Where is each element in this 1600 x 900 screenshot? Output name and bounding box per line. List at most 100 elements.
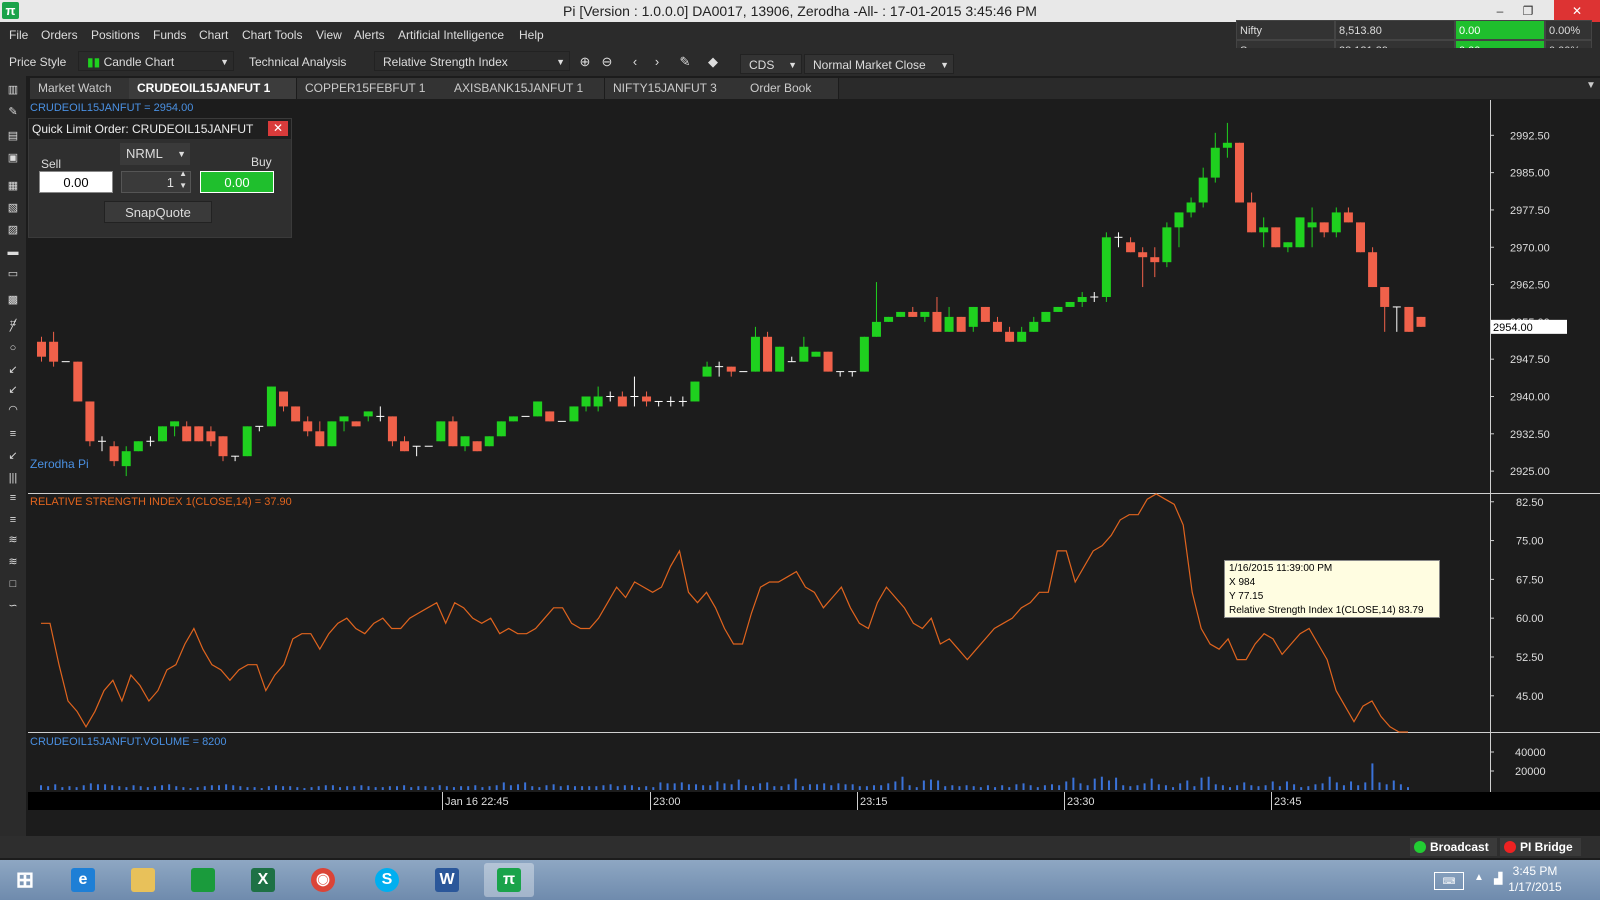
tab-nifty[interactable]: NIFTY15JANFUT 3 Min xyxy=(605,78,743,116)
candle-body xyxy=(1380,287,1390,307)
word-icon: W xyxy=(435,868,459,892)
start-button[interactable]: ⊞ xyxy=(0,863,50,897)
channel-icon[interactable]: ≡ xyxy=(5,490,21,506)
line-tool-icon[interactable]: ╱ xyxy=(5,318,21,334)
candle-body xyxy=(1065,301,1075,307)
candle-body xyxy=(363,411,373,417)
candle-body xyxy=(593,396,603,407)
tab-overflow-icon[interactable]: ▼ xyxy=(1586,80,1596,91)
taskbar-chrome[interactable]: ◉ xyxy=(298,863,348,897)
levels-icon[interactable]: ≡ xyxy=(5,512,21,528)
close-window-button[interactable]: ✕ xyxy=(1554,0,1600,22)
bar-chart-icon[interactable]: ▥ xyxy=(5,82,21,98)
menu-view[interactable]: View xyxy=(316,28,342,42)
broadcast-label: Broadcast xyxy=(1430,840,1489,854)
grid-icon[interactable]: ▩ xyxy=(5,292,21,308)
scroll-right-icon[interactable]: › xyxy=(648,53,666,71)
menu-alerts[interactable]: Alerts xyxy=(354,28,385,42)
pen-icon[interactable]: ✎ xyxy=(5,104,21,120)
save-icon[interactable]: ▣ xyxy=(5,150,21,166)
tab-order-book[interactable]: Order Book xyxy=(742,78,839,99)
candle-body xyxy=(182,426,192,442)
volume-tick-label: 20000 xyxy=(1515,766,1546,778)
broadcast-status[interactable]: Broadcast xyxy=(1410,838,1497,856)
menu-orders[interactable]: Orders xyxy=(41,28,78,42)
candle-body xyxy=(1138,252,1148,258)
pi-bridge-status[interactable]: PI Bridge xyxy=(1500,838,1581,856)
taskbar-word[interactable]: W xyxy=(422,863,472,897)
fibonacci-icon[interactable]: ≡ xyxy=(5,426,21,442)
arrow-tool-icon[interactable]: ↙ xyxy=(5,362,21,378)
status-bar: Broadcast PI Bridge xyxy=(0,836,1600,858)
ellipse-tool-icon[interactable]: ○ xyxy=(5,340,21,356)
candle-body xyxy=(1005,331,1015,342)
maximize-button[interactable]: ❐ xyxy=(1514,0,1542,22)
scroll-left-icon[interactable]: ‹ xyxy=(626,53,644,71)
price-tick-label: 2962.50 xyxy=(1510,280,1550,292)
candle-body xyxy=(908,311,918,317)
wave-icon[interactable]: ≋ xyxy=(5,532,21,548)
arc-tool-icon[interactable]: ◠ xyxy=(5,402,21,418)
taskbar-pi[interactable]: π xyxy=(484,863,534,897)
rectangle-tool-icon[interactable]: □ xyxy=(5,576,21,592)
eraser-icon[interactable]: ◆ xyxy=(704,53,722,71)
tooltip-x: X 984 xyxy=(1229,577,1256,588)
layout-icon[interactable]: ▦ xyxy=(5,178,21,194)
keyboard-icon[interactable]: ⌨ xyxy=(1434,872,1464,890)
arrow-tool-icon[interactable]: ↙ xyxy=(5,448,21,464)
menu-positions[interactable]: Positions xyxy=(91,28,140,42)
quantity-stepper[interactable]: 1 ▲ ▼ xyxy=(121,168,191,193)
show-hidden-icons-icon[interactable]: ▲ xyxy=(1474,872,1484,883)
candle-body xyxy=(218,436,228,457)
quick-order-title: Quick Limit Order: CRUDEOIL15JANFUT xyxy=(29,119,291,139)
menu-funds[interactable]: Funds xyxy=(153,28,186,42)
close-icon[interactable]: ✕ xyxy=(268,121,288,136)
candle-body xyxy=(1150,257,1160,263)
tab-axisbank[interactable]: AXISBANK15JANFUT 1 Min xyxy=(446,78,605,116)
taskbar-store[interactable] xyxy=(178,863,228,897)
tab-copper[interactable]: COPPER15FEBFUT 1 Min xyxy=(297,78,447,116)
tooltip-y: Y 77.15 xyxy=(1229,591,1264,602)
menu-chart[interactable]: Chart xyxy=(199,28,228,42)
wave-icon[interactable]: ≋ xyxy=(5,554,21,570)
menu-chart-tools[interactable]: Chart Tools xyxy=(242,28,302,42)
candle-body xyxy=(932,311,942,332)
menu-artificial-intelligence[interactable]: Artificial Intelligence xyxy=(398,28,504,42)
buy-price-input[interactable]: 0.00 xyxy=(200,171,274,193)
menu-help[interactable]: Help xyxy=(519,28,544,42)
draw-tool-icon[interactable]: ✎ xyxy=(676,53,694,71)
indicator-dropdown[interactable]: Relative Strength Index ▼ xyxy=(374,51,570,71)
market-status-dropdown[interactable]: Normal Market Close ▼ xyxy=(804,54,954,74)
zoom-in-icon[interactable]: ⊕ xyxy=(576,53,594,71)
bar-icon[interactable]: ▬ xyxy=(5,244,21,260)
time-axis-bar xyxy=(28,792,1600,810)
segment-dropdown[interactable]: CDS ▼ xyxy=(740,54,802,74)
taskbar-excel[interactable]: X xyxy=(238,863,288,897)
taskbar-skype[interactable]: S xyxy=(362,863,412,897)
list-icon[interactable]: ▤ xyxy=(5,128,21,144)
print-icon[interactable]: ▨ xyxy=(5,222,21,238)
book-icon[interactable]: ▧ xyxy=(5,200,21,216)
ticker-value: 8,513.80 xyxy=(1335,20,1455,40)
minimize-button[interactable]: – xyxy=(1486,0,1514,22)
chevron-down-icon: ▼ xyxy=(556,57,565,67)
panel-icon[interactable]: ▭ xyxy=(5,266,21,282)
gann-icon[interactable]: ||| xyxy=(5,470,21,486)
chart-type-dropdown[interactable]: ▮▮ Candle Chart ▼ xyxy=(78,51,234,71)
tab-crudeoil[interactable]: CRUDEOIL15JANFUT 1 Min ✕ xyxy=(129,78,297,116)
zoom-out-icon[interactable]: ⊖ xyxy=(598,53,616,71)
snapquote-button[interactable]: SnapQuote xyxy=(104,201,212,223)
candle-body xyxy=(1283,242,1293,248)
candle-body xyxy=(968,306,978,327)
taskbar-ie[interactable]: e xyxy=(58,863,108,897)
stepper-arrows-icon[interactable]: ▲ ▼ xyxy=(179,168,187,192)
candle-body xyxy=(920,311,930,317)
taskbar-explorer[interactable] xyxy=(118,863,168,897)
cycle-icon[interactable]: ∽ xyxy=(5,598,21,614)
arrow-tool-icon[interactable]: ↙ xyxy=(5,382,21,398)
system-clock[interactable]: 3:45 PM 1/17/2015 xyxy=(1500,863,1570,895)
sell-price-input[interactable]: 0.00 xyxy=(39,171,113,193)
product-dropdown[interactable]: NRML ▼ xyxy=(120,143,190,165)
menu-file[interactable]: File xyxy=(9,28,28,42)
tab-market-watch[interactable]: Market Watch xyxy=(30,78,137,99)
